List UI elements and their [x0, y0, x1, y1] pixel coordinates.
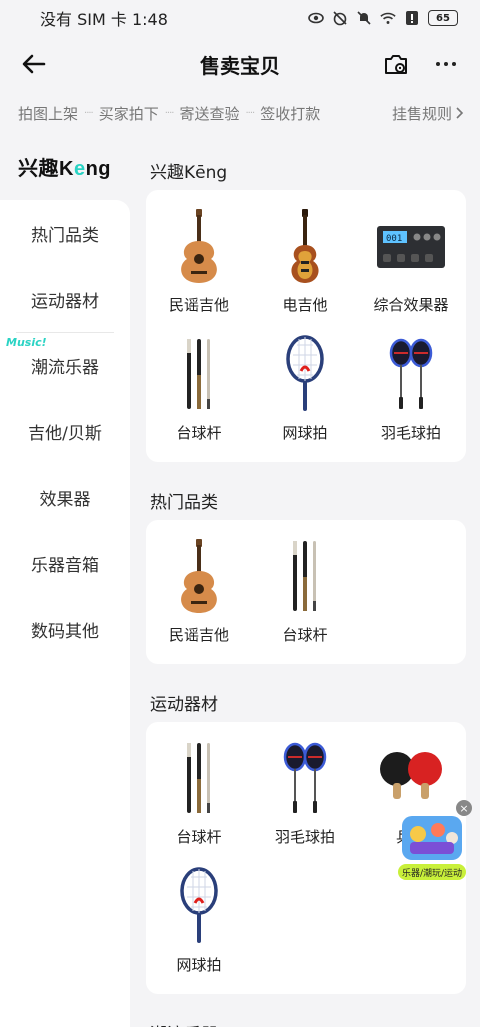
category-item[interactable]: 电吉他 [252, 196, 358, 324]
sell-steps: 拍图上架 ···· 买家拍下 ···· 寄送查验 ···· 签收打款 挂售规则 [0, 96, 480, 130]
step-1: 拍图上架 [18, 104, 79, 123]
sidebar-item-label: 效果器 [39, 489, 91, 510]
badminton-racket-icon [371, 334, 451, 414]
sidebar-divider [16, 332, 114, 333]
step-2: 买家拍下 [98, 104, 159, 123]
camera-icon [385, 55, 407, 74]
category-item[interactable]: 台球杆 [146, 324, 252, 452]
category-item-label: 网球拍 [282, 424, 328, 442]
cue-stick-icon [265, 536, 345, 616]
close-icon: × [459, 801, 469, 815]
status-bar: 没有 SIM 卡 1:48 65 [0, 0, 480, 36]
category-item[interactable]: 羽毛球拍 [252, 728, 358, 856]
tennis-racket-icon [265, 334, 345, 414]
category-item[interactable]: 网球拍 [146, 856, 252, 984]
sidebar-item-label: 乐器音箱 [31, 555, 99, 576]
category-card: 民谣吉他 电吉他 001 综合效果器 台球杆 网球拍 羽毛球拍 [146, 190, 466, 462]
music-tag: Music! [6, 336, 47, 349]
floating-promo[interactable]: 乐器/潮玩/运动 × [398, 800, 472, 880]
sidebar-item-label: 吉他/贝斯 [28, 423, 102, 444]
section-title: 兴趣Kēng [150, 162, 228, 183]
brand-suffix: ng [85, 158, 112, 180]
category-sidebar: 热门品类 运动器材 Music! 潮流乐器 吉他/贝斯 效果器 乐器音箱 数码其… [0, 200, 130, 1027]
eye-icon [308, 10, 324, 26]
cue-stick-icon [159, 738, 239, 818]
status-carrier-time: 没有 SIM 卡 1:48 [40, 10, 168, 29]
category-item-label: 台球杆 [282, 626, 328, 644]
category-item-label: 台球杆 [176, 424, 222, 442]
brand-logo: 兴趣Keng [18, 152, 111, 181]
brand-middle: e [73, 158, 86, 180]
rules-link-label: 挂售规则 [391, 104, 452, 123]
alarm-off-icon [332, 10, 348, 26]
acoustic-guitar-icon [159, 536, 239, 616]
category-card: 民谣吉他 台球杆 [146, 520, 466, 664]
dot-icon [436, 62, 440, 66]
section-title: 热门品类 [150, 492, 218, 513]
badminton-racket-icon [265, 738, 345, 818]
ping-pong-paddle-icon [371, 738, 451, 818]
electric-guitar-icon [265, 206, 345, 286]
category-item[interactable]: 台球杆 [146, 728, 252, 856]
effects-processor-icon: 001 [371, 206, 451, 286]
camera-settings-button[interactable] [382, 50, 410, 78]
category-item-label: 综合效果器 [373, 296, 449, 314]
sidebar-item-amps[interactable]: 乐器音箱 [0, 530, 130, 596]
sidebar-item-trend-instruments[interactable]: Music! 潮流乐器 [0, 332, 130, 398]
svg-text:001: 001 [386, 234, 402, 244]
category-item-label: 羽毛球拍 [380, 424, 441, 442]
rules-link[interactable]: 挂售规则 [392, 96, 464, 130]
chevron-right-icon [456, 107, 464, 119]
sidebar-item-guitar-bass[interactable]: 吉他/贝斯 [0, 398, 130, 464]
sidebar-item-effects[interactable]: 效果器 [0, 464, 130, 530]
category-item[interactable]: 001 综合效果器 [358, 196, 464, 324]
sidebar-item-label: 热门品类 [31, 225, 99, 246]
sidebar-item-label: 运动器材 [31, 291, 99, 312]
acoustic-guitar-icon [159, 206, 239, 286]
wifi-icon [380, 10, 396, 26]
category-item[interactable]: 网球拍 [252, 324, 358, 452]
sidebar-item-label: 潮流乐器 [31, 357, 99, 378]
section-title: 潮流乐器 [146, 1012, 466, 1027]
tennis-racket-icon [159, 866, 239, 946]
cue-stick-icon [159, 334, 239, 414]
battery-indicator: 65 [428, 10, 458, 26]
step-separator: ···· [245, 107, 255, 119]
promo-badge: 乐器/潮玩/运动 [398, 864, 466, 880]
sidebar-item-hot[interactable]: 热门品类 [0, 200, 130, 266]
alert-icon [404, 10, 420, 26]
category-item-label: 台球杆 [176, 828, 222, 846]
page-title: 售卖宝贝 [200, 53, 280, 78]
step-separator: ···· [164, 107, 175, 119]
back-button[interactable] [20, 50, 48, 78]
sidebar-item-sports[interactable]: 运动器材 [0, 266, 130, 332]
category-item-label: 民谣吉他 [168, 626, 229, 644]
dot-icon [444, 62, 448, 66]
category-item-label: 电吉他 [282, 296, 328, 314]
header: 售卖宝贝 [0, 36, 480, 92]
category-item-label: 网球拍 [176, 956, 222, 974]
step-separator: ···· [84, 107, 94, 119]
sidebar-item-digital-other[interactable]: 数码其他 [0, 596, 130, 662]
category-item-label: 羽毛球拍 [274, 828, 335, 846]
more-options-button[interactable] [432, 50, 460, 78]
category-item[interactable]: 民谣吉他 [146, 526, 252, 654]
promo-close-button[interactable]: × [456, 800, 472, 816]
mute-bell-icon [356, 10, 372, 26]
category-item[interactable]: 羽毛球拍 [358, 324, 464, 452]
category-item[interactable]: 民谣吉他 [146, 196, 252, 324]
back-arrow-icon [22, 54, 46, 74]
category-item-label: 民谣吉他 [168, 296, 229, 314]
brand-prefix: 兴趣K [18, 158, 74, 180]
sidebar-item-label: 数码其他 [31, 621, 99, 642]
category-item[interactable]: 台球杆 [252, 526, 358, 654]
promo-illustration-icon [402, 816, 462, 860]
status-icons: 65 [308, 10, 458, 26]
dot-icon [452, 62, 456, 66]
step-4: 签收打款 [260, 104, 321, 123]
main-content: 兴趣Kēng 民谣吉他 电吉他 001 综合效果器 台球杆 网球拍 羽毛球拍 热门… [146, 150, 466, 1027]
section-title: 运动器材 [150, 694, 218, 715]
step-3: 寄送查验 [179, 104, 240, 123]
